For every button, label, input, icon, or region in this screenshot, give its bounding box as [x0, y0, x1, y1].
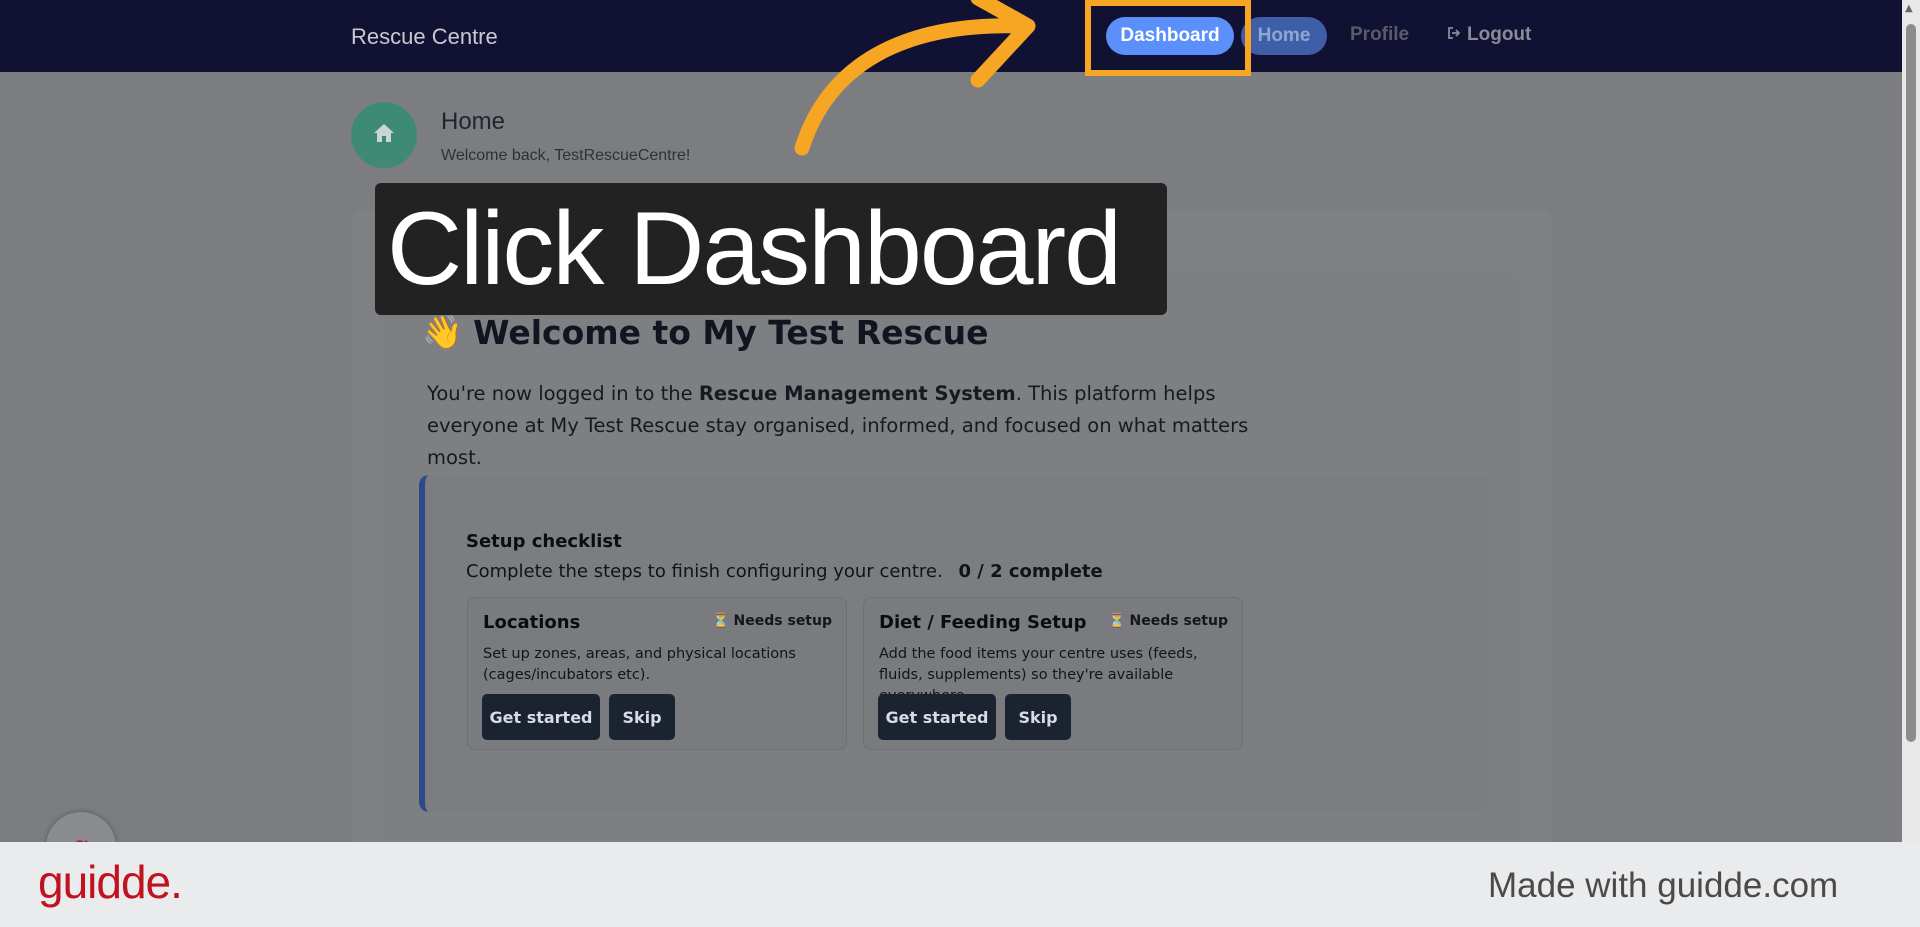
hourglass-icon: ⏳ — [712, 613, 730, 629]
dashboard-highlight-box — [1085, 0, 1251, 76]
guidde-logo: guidde. — [38, 856, 183, 908]
status-badge-label: Needs setup — [733, 613, 832, 629]
step-card-locations: Locations ⏳ Needs setup Set up zones, ar… — [467, 597, 847, 750]
checklist-title: Setup checklist — [466, 531, 622, 552]
welcome-text-start: You're now logged in to the — [427, 382, 699, 405]
get-started-button[interactable]: Get started — [482, 694, 600, 740]
checklist-subtitle: Complete the steps to finish configuring… — [466, 561, 1103, 582]
checklist-subtitle-text: Complete the steps to finish configuring… — [466, 561, 943, 582]
status-badge-label: Needs setup — [1129, 613, 1228, 629]
page-title: Home — [441, 108, 506, 135]
welcome-heading: 👋 Welcome to My Test Rescue — [422, 312, 989, 352]
made-with-text: Made with guidde.com — [1488, 866, 1839, 905]
hourglass-icon: ⏳ — [1108, 613, 1126, 629]
waving-hand-icon: 👋 — [422, 312, 464, 351]
skip-button[interactable]: Skip — [1005, 694, 1071, 740]
nav-logout-link[interactable]: Logout — [1447, 24, 1531, 46]
checklist-progress: 0 / 2 complete — [958, 561, 1103, 582]
step-card-diet-feeding: Diet / Feeding Setup ⏳ Needs setup Add t… — [863, 597, 1243, 750]
status-badge: ⏳ Needs setup — [1108, 613, 1228, 629]
step-title: Diet / Feeding Setup — [879, 612, 1087, 633]
tutorial-caption: Click Dashboard — [375, 183, 1167, 315]
welcome-paragraph: You're now logged in to the Rescue Manag… — [427, 378, 1287, 474]
welcome-heading-text: Welcome to My Test Rescue — [473, 312, 989, 352]
scroll-up-arrow-icon[interactable]: ▲ — [1905, 3, 1913, 14]
logout-label: Logout — [1467, 24, 1532, 45]
page-subtitle: Welcome back, TestRescueCentre! — [441, 147, 691, 164]
step-description: Set up zones, areas, and physical locati… — [483, 646, 796, 683]
welcome-text-system: Rescue Management System — [698, 382, 1016, 405]
get-started-button[interactable]: Get started — [878, 694, 996, 740]
step-title: Locations — [483, 612, 581, 633]
nav-home-button[interactable]: Home — [1241, 17, 1327, 55]
skip-button[interactable]: Skip — [609, 694, 675, 740]
brand-title[interactable]: Rescue Centre — [351, 24, 498, 50]
home-icon — [372, 122, 396, 148]
scrollbar-thumb[interactable] — [1906, 24, 1916, 742]
status-badge: ⏳ Needs setup — [712, 613, 832, 629]
curved-arrow-icon — [794, 0, 1036, 156]
nav-profile-link[interactable]: Profile — [1350, 24, 1409, 46]
home-avatar — [351, 102, 417, 168]
logout-icon — [1447, 24, 1461, 46]
